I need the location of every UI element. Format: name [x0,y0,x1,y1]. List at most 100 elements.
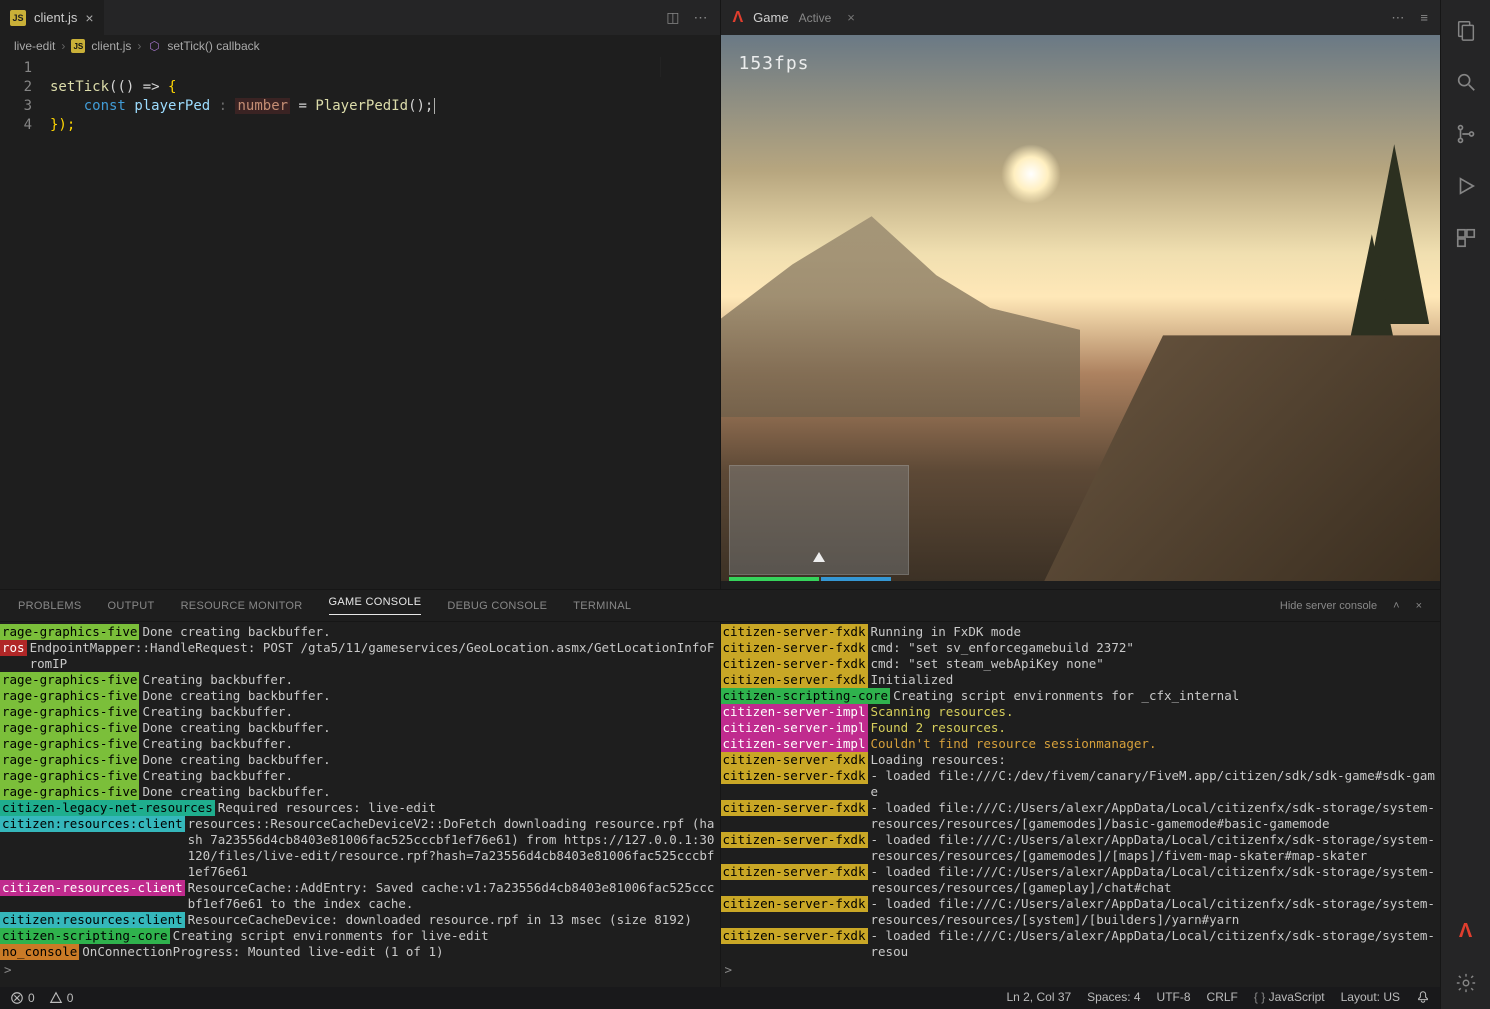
explorer-icon[interactable] [1454,18,1478,42]
console-tag: citizen-server-fxdk [721,656,868,672]
status-eol[interactable]: CRLF [1207,990,1238,1007]
fivem-brand-icon[interactable]: Λ [1454,919,1478,943]
close-icon[interactable]: × [847,10,855,25]
status-layout[interactable]: Layout: US [1341,990,1400,1007]
menu-icon[interactable]: ≡ [1420,10,1428,26]
console-row: citizen-scripting-coreCreating script en… [0,928,720,944]
console-tag: rage-graphics-five [0,688,139,704]
console-message: - loaded file:///C:/dev/fivem/canary/Fiv… [868,768,1441,800]
game-status: Active [799,11,832,25]
console-row: rage-graphics-fiveCreating backbuffer. [0,768,720,784]
fps-counter: 153fps [739,53,810,74]
console-tag: citizen-server-impl [721,704,868,720]
console-tag: citizen-resources-client [0,880,185,896]
breadcrumb-file[interactable]: client.js [91,39,131,53]
tab-problems[interactable]: PROBLEMS [18,600,82,612]
console-tag: rage-graphics-five [0,720,139,736]
search-icon[interactable] [1454,70,1478,94]
close-icon[interactable]: × [85,10,93,26]
console-row: citizen-server-fxdk- loaded file:///C:/U… [721,928,1441,960]
console-message: ResourceCacheDevice: downloaded resource… [185,912,720,928]
warning-icon [49,991,63,1005]
code-editor[interactable]: 1 2 3 4 setTick(() => { const playerPed … [0,57,720,589]
console-message: Creating backbuffer. [139,704,719,720]
console-tag: rage-graphics-five [0,752,139,768]
status-encoding[interactable]: UTF-8 [1157,990,1191,1007]
console-row: rage-graphics-fiveCreating backbuffer. [0,704,720,720]
breadcrumb-root[interactable]: live-edit [14,39,55,53]
console-message: Done creating backbuffer. [139,688,719,704]
breadcrumb-symbol[interactable]: setTick() callback [167,39,259,53]
console-message: cmd: "set sv_enforcegamebuild 2372" [868,640,1441,656]
chevron-right-icon: › [137,39,141,53]
console-message: - loaded file:///C:/Users/alexr/AppData/… [868,832,1441,864]
console-message: OnConnectionProgress: Mounted live-edit … [79,944,719,960]
tab-resource-monitor[interactable]: RESOURCE MONITOR [181,600,303,612]
console-row: citizen-server-implCouldn't find resourc… [721,736,1441,752]
console-tag: rage-graphics-five [0,624,139,640]
console-message: Creating script environments for live-ed… [170,928,720,944]
console-message: - loaded file:///C:/Users/alexr/AppData/… [868,928,1441,960]
console-tag: rage-graphics-five [0,736,139,752]
console-message: Found 2 resources. [868,720,1441,736]
console-row: no_consoleOnConnectionProgress: Mounted … [0,944,720,960]
status-language[interactable]: { } JavaScript [1254,990,1325,1007]
game-viewport[interactable]: 153fps [721,35,1441,581]
console-row: citizen-server-fxdk- loaded file:///C:/U… [721,832,1441,864]
minimap[interactable] [660,57,720,77]
server-console[interactable]: citizen-server-fxdkRunning in FxDK modec… [720,622,1441,987]
gear-icon[interactable] [1454,971,1478,995]
console-message: - loaded file:///C:/Users/alexr/AppData/… [868,800,1441,832]
console-message: Creating backbuffer. [139,736,719,752]
hide-server-console-button[interactable]: Hide server console [1280,600,1377,612]
tab-game-console[interactable]: GAME CONSOLE [329,596,422,615]
extensions-icon[interactable] [1454,226,1478,250]
status-errors[interactable]: 0 [10,991,35,1005]
console-tag: citizen-legacy-net-resources [0,800,215,816]
console-tag: no_console [0,944,79,960]
console-tag: citizen-server-fxdk [721,768,868,784]
console-prompt[interactable]: > [721,960,1441,980]
js-file-icon: JS [10,10,26,26]
more-icon[interactable]: ⋯ [694,9,708,26]
console-row: citizen-legacy-net-resourcesRequired res… [0,800,720,816]
console-tag: citizen-server-impl [721,736,868,752]
console-prompt[interactable]: > [0,960,720,980]
tab-terminal[interactable]: TERMINAL [573,600,631,612]
status-line-col[interactable]: Ln 2, Col 37 [1006,990,1071,1007]
bell-icon[interactable] [1416,990,1430,1007]
game-pane: Λ Game Active × ⋯ ≡ 153fps [721,0,1441,589]
line-gutter: 1 2 3 4 [0,59,50,589]
console-message: Done creating backbuffer. [139,720,719,736]
console-tag: citizen-scripting-core [0,928,170,944]
editor-tab-clientjs[interactable]: JS client.js × [0,0,105,35]
more-icon[interactable]: ⋯ [1391,10,1404,26]
tab-debug-console[interactable]: DEBUG CONSOLE [447,600,547,612]
breadcrumbs[interactable]: live-edit › JS client.js › ⬡ setTick() c… [0,35,720,57]
tab-filename: client.js [34,10,77,25]
close-icon[interactable]: × [1416,600,1422,612]
console-row: citizen-server-fxdk- loaded file:///C:/U… [721,864,1441,896]
chevron-up-icon[interactable]: ˄ [1393,600,1399,612]
console-row: citizen-server-fxdkRunning in FxDK mode [721,624,1441,640]
chevron-right-icon: › [61,39,65,53]
client-console[interactable]: rage-graphics-fiveDone creating backbuff… [0,622,720,987]
console-row: citizen-server-fxdkLoading resources: [721,752,1441,768]
console-message: ResourceCache::AddEntry: Saved cache:v1:… [185,880,720,912]
console-row: citizen-server-fxdk- loaded file:///C:/d… [721,768,1441,800]
status-spaces[interactable]: Spaces: 4 [1087,990,1140,1007]
console-row: citizen-server-fxdkcmd: "set steam_webAp… [721,656,1441,672]
console-tag: citizen-server-fxdk [721,896,868,912]
activity-bar: Λ [1440,0,1490,1009]
console-tag: citizen-server-fxdk [721,752,868,768]
console-message: Done creating backbuffer. [139,784,719,800]
split-editor-icon[interactable]: ◫ [666,9,679,26]
error-icon [10,991,24,1005]
source-control-icon[interactable] [1454,122,1478,146]
console-message: Done creating backbuffer. [139,752,719,768]
console-tag: rage-graphics-five [0,768,139,784]
tab-output[interactable]: OUTPUT [108,600,155,612]
status-warnings[interactable]: 0 [49,991,74,1005]
run-debug-icon[interactable] [1454,174,1478,198]
health-bar [729,577,819,581]
